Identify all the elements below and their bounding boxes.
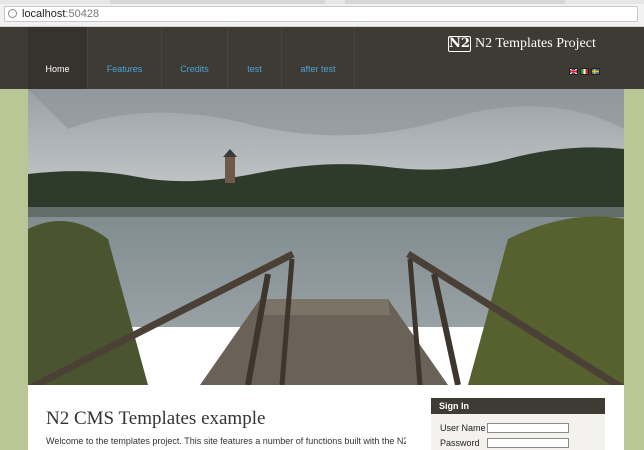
tab-strip xyxy=(0,0,644,4)
signin-box: Sign In User Name Password xyxy=(431,398,605,450)
nav-label: Features xyxy=(106,64,143,74)
intro-text: Welcome to the templates project. This s… xyxy=(46,436,406,446)
signin-body: User Name Password xyxy=(431,414,605,450)
right-sidebar-band xyxy=(624,89,644,450)
nav-item-features[interactable]: Features xyxy=(88,27,162,89)
username-input[interactable] xyxy=(487,423,569,433)
nav-label: test xyxy=(247,64,262,74)
nav-label: Credits xyxy=(180,64,209,74)
browser-tab[interactable] xyxy=(110,0,325,4)
address-url[interactable]: localhost:50428 xyxy=(22,8,99,21)
browser-toolbar: localhost:50428 xyxy=(0,0,644,27)
browser-tab[interactable] xyxy=(345,0,565,4)
page-info-icon[interactable] xyxy=(8,9,17,18)
italy-flag-icon[interactable] xyxy=(580,68,589,75)
address-bar[interactable]: localhost:50428 xyxy=(4,6,638,22)
nav-label: Home xyxy=(45,64,70,74)
site-header: Home Features Credits test after test N2… xyxy=(0,27,644,89)
password-label: Password xyxy=(440,438,480,448)
main-content: N2 CMS Templates example Welcome to the … xyxy=(28,385,624,450)
page-title: N2 CMS Templates example xyxy=(46,408,266,429)
sweden-flag-icon[interactable] xyxy=(591,68,600,75)
site-logo-icon[interactable]: N2 xyxy=(448,36,471,52)
password-input[interactable] xyxy=(487,438,569,448)
nav-item-home[interactable]: Home xyxy=(28,27,88,89)
left-sidebar-band xyxy=(0,89,28,450)
nav-item-credits[interactable]: Credits xyxy=(162,27,228,89)
address-host: localhost xyxy=(22,8,66,20)
signin-title: Sign In xyxy=(431,398,605,414)
site-title[interactable]: N2 Templates Project xyxy=(475,36,596,52)
nav-item-test[interactable]: test xyxy=(228,27,282,89)
username-label: User Name xyxy=(440,423,486,433)
uk-flag-icon[interactable] xyxy=(569,68,578,75)
address-port: :50428 xyxy=(65,8,100,20)
hero-image xyxy=(28,89,624,385)
nav-item-after-test[interactable]: after test xyxy=(282,27,355,89)
nav-label: after test xyxy=(300,64,336,74)
